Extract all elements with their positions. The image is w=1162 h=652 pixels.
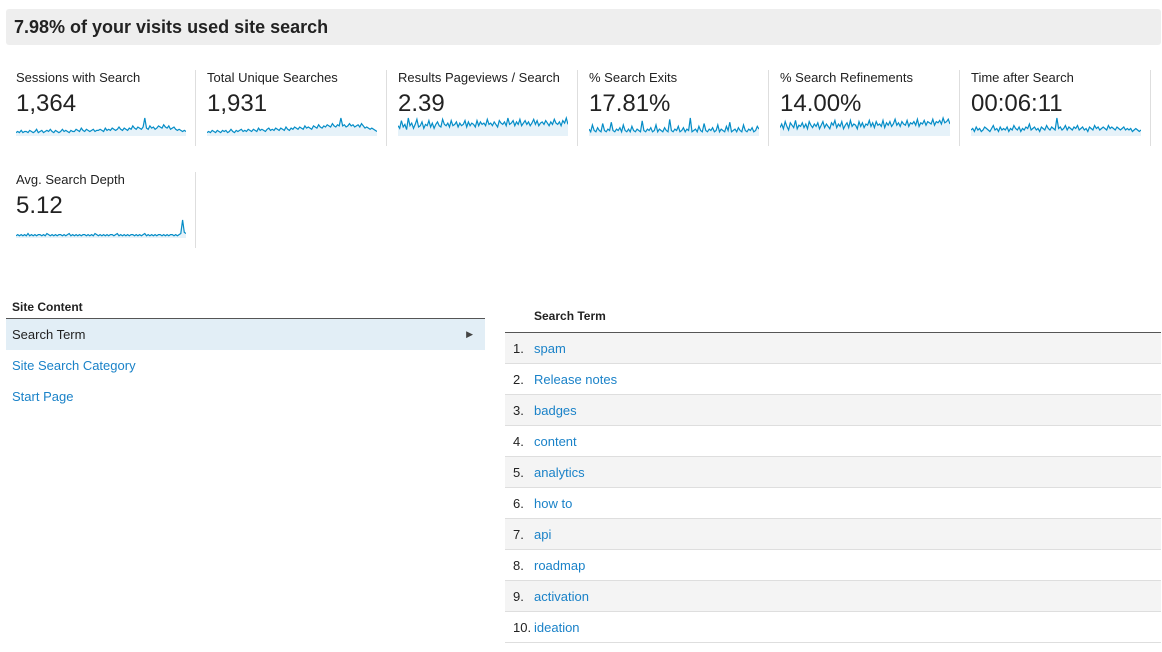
site-content-item-label: Site Search Category [12,358,136,373]
table-row: 1. spam [505,333,1161,364]
search-term-link[interactable]: content [534,426,577,457]
table-row: 9. activation [505,581,1161,612]
row-number: 10. [513,620,532,635]
row-number: 6. [513,496,524,511]
metric-label: Avg. Search Depth [16,172,125,187]
metric-results-pageviews-per-search[interactable]: Results Pageviews / Search 2.39 [388,70,578,146]
metric-sparkline [207,117,377,136]
site-content-item-label: Search Term [12,327,86,342]
table-row: 5. analytics [505,457,1161,488]
metric-value: 17.81% [589,90,671,117]
table-row: 8. roadmap [505,550,1161,581]
table-row: 4. content [505,426,1161,457]
metric-sparkline [398,116,568,136]
metric-label: Sessions with Search [16,70,141,85]
metric-sparkline [589,117,759,136]
search-term-link[interactable]: analytics [534,457,585,488]
metric-value: 14.00% [780,90,862,117]
summary-header: 7.98% of your visits used site search [6,9,1161,45]
sparkline-area [207,118,377,136]
search-term-link[interactable]: badges [534,395,577,426]
sparkline-line [589,117,759,134]
search-term-table: Search Term 1. spam 2. Release notes 3. bad… [505,302,1161,643]
row-number: 8. [513,558,524,573]
table-row: 10. ideation [505,612,1161,643]
table-row: 2. Release notes [505,364,1161,395]
row-number: 1. [513,341,524,356]
site-content-item-start-page[interactable]: Start Page [6,381,485,412]
row-number: 9. [513,589,524,604]
metric-label: Results Pageviews / Search [398,70,560,85]
site-content-item-search-term[interactable]: Search Term ▶ [6,319,485,350]
site-content-item-label: Start Page [12,389,74,404]
metric-value: 00:06:11 [971,90,1063,117]
search-term-link[interactable]: roadmap [534,550,585,581]
search-term-link[interactable]: ideation [534,612,580,643]
metric-sessions-with-search[interactable]: Sessions with Search 1,364 [6,70,196,146]
search-term-link[interactable]: Release notes [534,364,617,395]
row-number: 2. [513,372,524,387]
metric-sparkline [16,219,186,238]
metric-search-refinements[interactable]: % Search Refinements 14.00% [770,70,960,146]
table-header: Search Term [505,302,1161,333]
metric-sparkline [16,117,186,136]
metric-sparkline [971,117,1141,136]
sparkline-area [589,118,759,136]
metric-search-exits[interactable]: % Search Exits 17.81% [579,70,769,146]
row-number: 7. [513,527,524,542]
table-row: 7. api [505,519,1161,550]
search-term-link[interactable]: api [534,519,551,550]
site-content-panel: Site Content Search Term ▶ Site Search C… [6,300,485,412]
metric-avg-search-depth[interactable]: Avg. Search Depth 5.12 [6,172,196,248]
metric-value: 5.12 [16,192,63,219]
metric-label: % Search Refinements [780,70,913,85]
sparkline-line [16,219,186,237]
metric-time-after-search[interactable]: Time after Search 00:06:11 [961,70,1151,146]
row-number: 4. [513,434,524,449]
table-row: 6. how to [505,488,1161,519]
page-title: 7.98% of your visits used site search [14,17,329,37]
metric-value: 1,364 [16,90,77,117]
metric-sparkline [780,116,950,136]
metric-total-unique-searches[interactable]: Total Unique Searches 1,931 [197,70,387,146]
table-row: 3. badges [505,395,1161,426]
metric-label: % Search Exits [589,70,678,85]
search-term-link[interactable]: how to [534,488,572,519]
metric-label: Time after Search [971,70,1074,85]
metric-label: Total Unique Searches [207,70,338,85]
metric-value: 2.39 [398,90,445,117]
metric-value: 1,931 [207,90,268,117]
row-number: 3. [513,403,524,418]
search-term-link[interactable]: spam [534,333,566,364]
row-number: 5. [513,465,524,480]
site-content-item-site-search-category[interactable]: Site Search Category [6,350,485,381]
chevron-right-icon: ▶ [466,329,473,339]
site-content-title: Site Content [6,300,485,319]
search-term-link[interactable]: activation [534,581,589,612]
